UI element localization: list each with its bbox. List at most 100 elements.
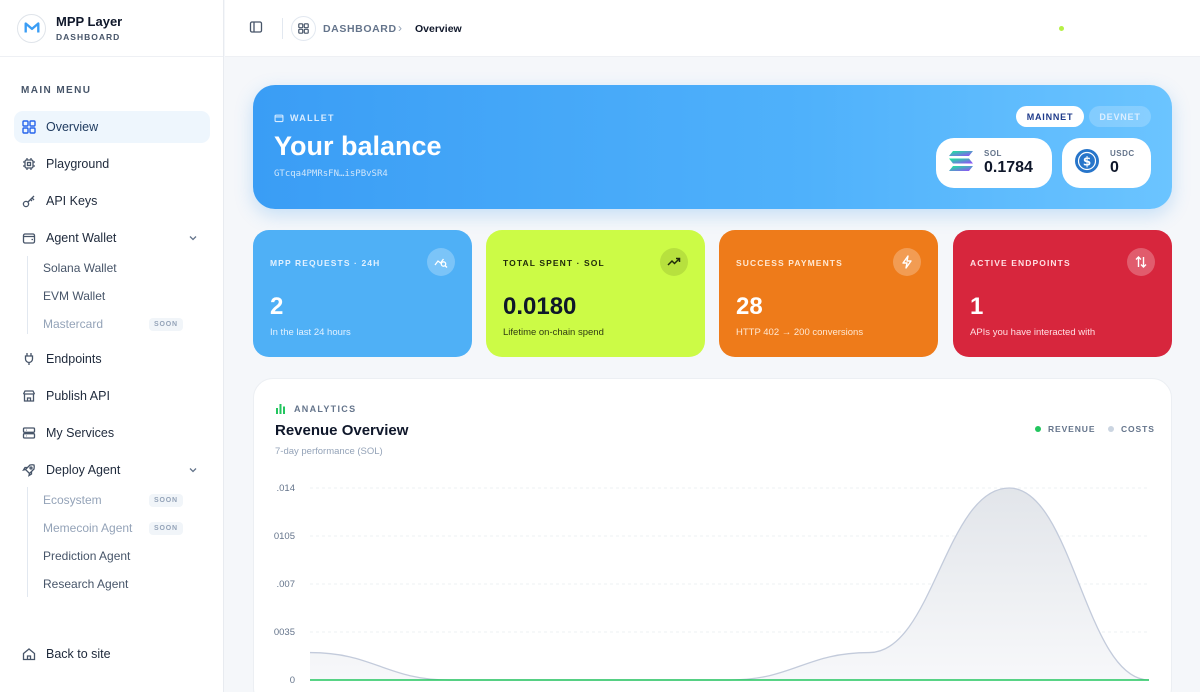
sidebar-item-agent-wallet[interactable]: Agent Wallet [14,222,210,254]
wallet-title: Your balance [274,131,442,161]
home-icon [21,646,37,662]
sidebar-item-label: Publish API [46,389,110,403]
menu-label: MAIN MENU [21,85,92,96]
sol-balance-pill: SOL 0.1784 [936,138,1052,188]
y-tick-label: 0035 [274,627,295,638]
dashboard-grid-icon[interactable] [291,16,316,41]
wallet-banner: WALLET Your balance GTcqa4PMRsFN…isPBvSR… [253,85,1172,209]
solana-icon [948,149,974,178]
sidebar-subitem-research-agent[interactable]: Research Agent [43,577,128,591]
back-to-site-link[interactable]: Back to site [21,646,111,662]
breadcrumb-separator: › [398,21,402,35]
brand-name: MPP Layer [56,14,123,29]
sidebar-item-publish-api[interactable]: Publish API [14,380,210,412]
sidebar-item-my-services[interactable]: My Services [14,417,210,449]
back-to-site-label: Back to site [46,647,111,661]
submenu-line [27,256,28,334]
y-tick-label: .014 [277,483,296,494]
sidebar-subitem-mastercard: Mastercard [43,317,104,331]
grid-icon [21,119,37,135]
key-icon [21,193,37,209]
brand[interactable]: MPP Layer DASHBOARD [0,0,223,57]
analytics-tag: ANALYTICS [275,403,356,414]
sidebar-item-api-keys[interactable]: API Keys [14,185,210,217]
sidebar-item-label: Deploy Agent [46,463,121,477]
legend-label: REVENUE [1048,424,1096,434]
sidebar-item-label: Overview [46,120,99,134]
sidebar: MPP Layer DASHBOARD MAIN MENU Overview P… [0,0,224,692]
status-dot [1059,26,1064,31]
stat-card-active-endpoints[interactable]: ACTIVE ENDPOINTS 1 APIs you have interac… [953,230,1172,357]
soon-badge: SOON [149,318,183,331]
stat-value: 2 [270,293,284,320]
chevron-down-icon [188,464,198,474]
network-mainnet-button[interactable]: MAINNET [1016,106,1084,127]
stat-label: SUCCESS PAYMENTS [736,258,843,268]
y-tick-label: .007 [277,579,296,590]
sidebar-subitem-ecosystem: Ecosystem [43,493,102,507]
legend-dot [1035,426,1041,432]
sol-value: 0.1784 [984,159,1033,176]
brand-logo-icon [17,13,46,43]
breadcrumb-dashboard[interactable]: DASHBOARD [323,23,397,35]
usdc-icon: $ [1074,148,1100,179]
legend-revenue[interactable]: REVENUE [1035,424,1095,434]
plug-icon [21,351,37,367]
sidebar-toggle-icon[interactable] [249,20,265,36]
wallet-icon [21,230,37,246]
chevron-down-icon [188,232,198,242]
sidebar-subitem-solana-wallet[interactable]: Solana Wallet [43,261,117,275]
breadcrumb-current: Overview [415,23,462,35]
stat-card-success-payments[interactable]: SUCCESS PAYMENTS 28 HTTP 402 → 200 conve… [719,230,938,357]
stat-value: 28 [736,293,763,320]
store-icon [21,388,37,404]
analytics-subtitle: 7-day performance (SOL) [275,446,383,457]
soon-badge: SOON [149,494,183,507]
revenue-chart-svg: .014 0105 .007 0035 0 [274,483,1150,686]
server-icon [21,425,37,441]
sidebar-subitem-memecoin-agent: Memecoin Agent [43,521,133,535]
sidebar-item-label: Endpoints [46,352,102,366]
legend-dot [1108,426,1114,432]
sidebar-subitem-evm-wallet[interactable]: EVM Wallet [43,289,105,303]
stat-label: ACTIVE ENDPOINTS [970,258,1071,268]
stat-value: 1 [970,293,984,320]
y-tick-label: 0 [290,675,295,686]
y-tick-label: 0105 [274,531,295,542]
sidebar-item-deploy-agent[interactable]: Deploy Agent [14,454,210,486]
trending-up-icon [660,248,688,276]
costs-area [310,488,1149,680]
network-devnet-button[interactable]: DEVNET [1089,106,1151,127]
sidebar-item-overview[interactable]: Overview [14,111,210,143]
stat-label: MPP REQUESTS · 24H [270,258,381,268]
usdc-label: USDC [1110,149,1135,158]
sidebar-subitem-prediction-agent[interactable]: Prediction Agent [43,549,130,563]
analytics-title: Revenue Overview [275,422,409,439]
sidebar-item-label: API Keys [46,194,98,208]
stat-subtext: In the last 24 hours [270,327,351,338]
wallet-address[interactable]: GTcqa4PMRsFN…isPBvSR4 [274,169,388,179]
stat-card-requests[interactable]: MPP REQUESTS · 24H 2 In the last 24 hour… [253,230,472,357]
sidebar-item-playground[interactable]: Playground [14,148,210,180]
revenue-chart: .014 0105 .007 0035 0 [253,470,1172,692]
stat-subtext: Lifetime on-chain spend [503,327,604,338]
legend-costs[interactable]: COSTS [1108,424,1155,434]
soon-badge: SOON [149,522,183,535]
bar-chart-icon [275,403,286,414]
chart-search-icon [427,248,455,276]
divider [282,18,283,39]
sidebar-item-label: My Services [46,426,115,440]
usdc-balance-pill: $ USDC 0 [1062,138,1151,188]
analytics-tag-label: ANALYTICS [294,403,357,414]
chip-icon [21,156,37,172]
stat-card-total-spent[interactable]: TOTAL SPENT · SOL 0.0180 Lifetime on-cha… [486,230,705,357]
submenu-line [27,487,28,597]
stat-value: 0.0180 [503,293,577,320]
legend-label: COSTS [1121,424,1155,434]
sidebar-item-endpoints[interactable]: Endpoints [14,343,210,375]
sol-label: SOL [984,149,1002,158]
brand-subtitle: DASHBOARD [56,32,121,42]
stat-subtext: APIs you have interacted with [970,327,1096,338]
stat-subtext: HTTP 402 → 200 conversions [736,327,864,338]
rocket-icon [21,462,37,478]
